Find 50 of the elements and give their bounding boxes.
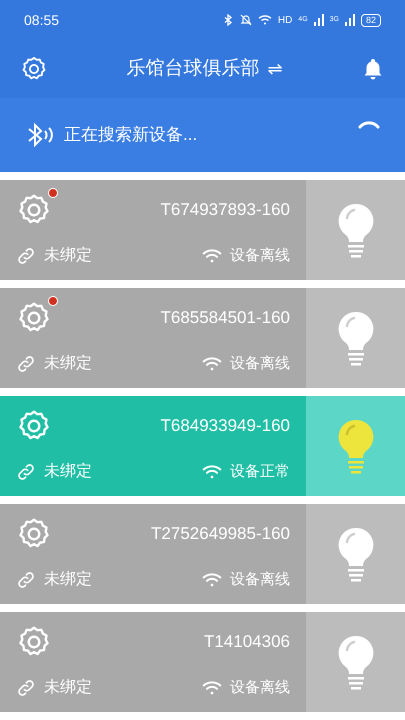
mute-icon <box>240 14 252 26</box>
device-card[interactable]: T674937893-160 未绑定 设备离线 <box>0 180 405 280</box>
connection-status: 设备离线 <box>230 570 290 590</box>
link-icon <box>16 462 36 482</box>
clock: 08:55 <box>24 10 60 30</box>
device-id: T2752649985-160 <box>151 523 290 546</box>
wifi-icon <box>258 14 272 26</box>
light-toggle[interactable] <box>306 396 405 496</box>
bulb-icon <box>336 634 376 690</box>
device-card[interactable]: T14104306 未绑定 设备离线 <box>0 612 405 712</box>
wifi-icon <box>202 572 222 588</box>
link-icon <box>16 678 36 698</box>
binding-status: 未绑定 <box>44 678 92 698</box>
link-icon <box>16 570 36 590</box>
device-id: T14104306 <box>204 631 290 654</box>
light-toggle[interactable] <box>306 504 405 604</box>
battery-level: 82 <box>360 14 381 26</box>
link-icon <box>16 246 36 266</box>
club-title: 乐馆台球俱乐部 <box>126 56 260 81</box>
binding-status: 未绑定 <box>44 354 92 374</box>
light-toggle[interactable] <box>306 288 405 388</box>
device-id: T674937893-160 <box>160 199 290 222</box>
wifi-icon <box>202 680 222 696</box>
light-toggle[interactable] <box>306 612 405 712</box>
wifi-icon <box>202 356 222 372</box>
connection-status: 设备正常 <box>230 462 290 482</box>
switch-button[interactable]: ⇌ <box>268 56 282 82</box>
light-toggle[interactable] <box>306 180 405 280</box>
connection-status: 设备离线 <box>230 678 290 698</box>
scan-status: 正在搜索新设备... <box>64 124 198 146</box>
link-icon <box>16 354 36 374</box>
device-id: T685584501-160 <box>160 307 290 330</box>
device-card[interactable]: T684933949-160 未绑定 设备正常 <box>0 396 405 496</box>
device-id: T684933949-160 <box>160 415 290 438</box>
signal-icon <box>344 14 355 26</box>
binding-status: 未绑定 <box>44 570 92 590</box>
network-type: HD <box>278 14 292 28</box>
bulb-icon <box>336 526 376 582</box>
device-card[interactable]: T685584501-160 未绑定 设备离线 <box>0 288 405 388</box>
wifi-icon <box>202 464 222 480</box>
binding-status: 未绑定 <box>44 462 92 482</box>
binding-status: 未绑定 <box>44 246 92 266</box>
wifi-icon <box>202 248 222 264</box>
connection-status: 设备离线 <box>230 354 290 374</box>
signal-icon <box>314 14 324 26</box>
connection-status: 设备离线 <box>230 246 290 266</box>
bulb-icon <box>336 310 376 366</box>
bulb-icon <box>336 202 376 258</box>
device-card[interactable]: T2752649985-160 未绑定 设备离线 <box>0 504 405 604</box>
bulb-icon <box>336 418 376 474</box>
